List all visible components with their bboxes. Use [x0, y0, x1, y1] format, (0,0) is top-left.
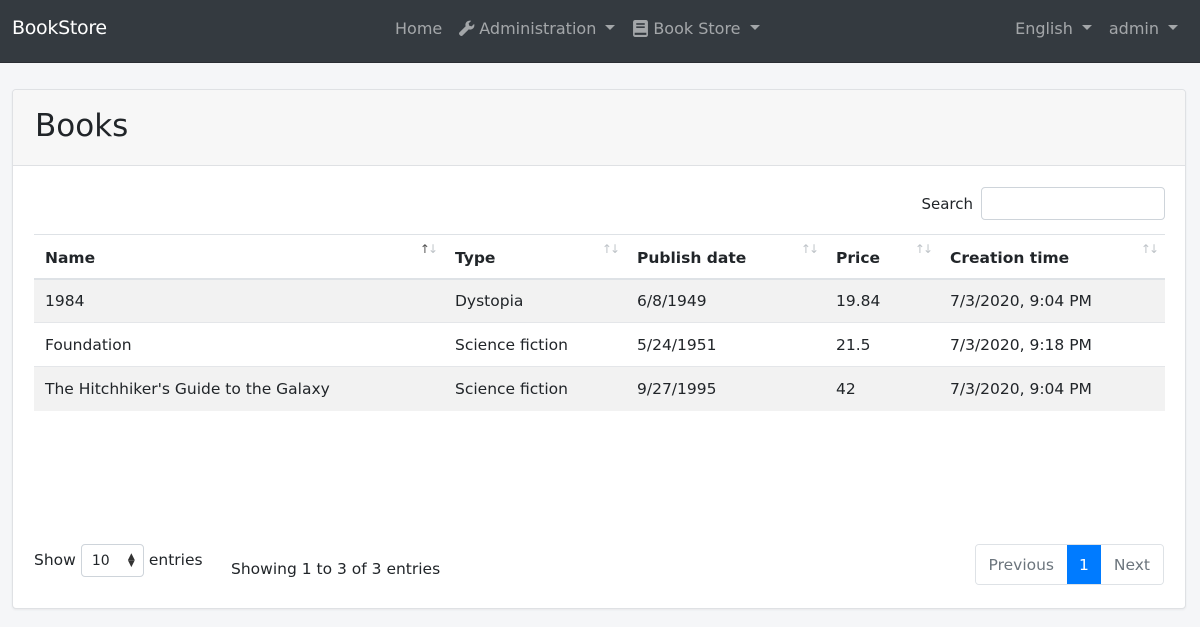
- cell-publish-date: 5/24/1951: [626, 322, 825, 367]
- user-dropdown[interactable]: admin: [1109, 19, 1178, 38]
- cell-creation-time: 7/3/2020, 9:04 PM: [939, 278, 1165, 323]
- user-label: admin: [1108, 19, 1159, 38]
- cell-creation-time: 7/3/2020, 9:04 PM: [939, 366, 1165, 411]
- nav-home-label: Home: [395, 19, 443, 38]
- cell-publish-date: 9/27/1995: [626, 366, 825, 411]
- column-header-publish-date[interactable]: Publish date ↑↓: [626, 234, 825, 280]
- language-label: English: [1015, 19, 1073, 38]
- select-arrows-icon: ▲ ▼: [127, 551, 135, 569]
- table-row[interactable]: The Hitchhiker's Guide to the Galaxy Sci…: [34, 366, 1165, 411]
- column-label: Type: [455, 249, 496, 268]
- book-icon: [633, 20, 649, 37]
- column-label: Name: [45, 249, 96, 268]
- top-navbar: BookStore Home Administration Book Store…: [0, 0, 1200, 63]
- column-label: Price: [836, 249, 881, 268]
- card-header: Books: [13, 90, 1185, 166]
- table-row[interactable]: Foundation Science fiction 5/24/1951 21.…: [34, 322, 1165, 367]
- column-header-type[interactable]: Type ↑↓: [444, 234, 626, 280]
- page-1-button[interactable]: 1: [1067, 545, 1101, 584]
- show-label: Show: [34, 550, 76, 569]
- chevron-down-icon: [1081, 25, 1092, 30]
- cell-name: The Hitchhiker's Guide to the Galaxy: [34, 366, 444, 411]
- page-length-select[interactable]: 10 ▲ ▼: [80, 544, 144, 577]
- page-title: Books: [35, 108, 129, 144]
- cell-type: Science fiction: [444, 366, 626, 411]
- search-input[interactable]: [981, 187, 1165, 220]
- search-label: Search: [921, 194, 973, 213]
- column-header-creation-time[interactable]: Creation time ↑↓: [939, 234, 1165, 280]
- books-table: Name ↑↓ Type ↑↓ Publish date ↑↓ Price ↑↓…: [34, 234, 1165, 411]
- column-label: Creation time: [950, 249, 1070, 268]
- sort-icon: ↑↓: [800, 242, 819, 256]
- nav-book-store-label: Book Store: [653, 19, 741, 38]
- cell-type: Science fiction: [444, 322, 626, 367]
- books-card: Books Search Name ↑↓ Type ↑↓ Publish dat…: [12, 89, 1186, 609]
- brand-logo[interactable]: BookStore: [12, 17, 107, 39]
- wrench-icon: [458, 20, 475, 37]
- cell-name: Foundation: [34, 322, 444, 367]
- chevron-down-icon: [1168, 25, 1178, 30]
- cell-price: 42: [825, 366, 939, 411]
- nav-book-store[interactable]: Book Store: [633, 19, 760, 38]
- cell-type: Dystopia: [444, 278, 626, 323]
- next-page-button[interactable]: Next: [1100, 545, 1163, 584]
- table-header-row: Name ↑↓ Type ↑↓ Publish date ↑↓ Price ↑↓…: [34, 234, 1165, 280]
- column-header-name[interactable]: Name ↑↓: [34, 234, 444, 280]
- previous-page-button[interactable]: Previous: [975, 545, 1068, 584]
- cell-price: 21.5: [825, 322, 939, 367]
- cell-creation-time: 7/3/2020, 9:18 PM: [939, 322, 1165, 367]
- chevron-down-icon: [605, 25, 616, 30]
- nav-administration-label: Administration: [479, 19, 597, 38]
- cell-price: 19.84: [825, 278, 939, 323]
- column-header-price[interactable]: Price ↑↓: [825, 234, 939, 280]
- main-nav: Home Administration Book Store: [395, 19, 760, 38]
- language-dropdown[interactable]: English: [1015, 19, 1092, 38]
- table-row[interactable]: 1984 Dystopia 6/8/1949 19.84 7/3/2020, 9…: [34, 278, 1165, 323]
- sort-icon: ↑↓: [419, 242, 438, 256]
- search-filter: Search: [921, 187, 1165, 220]
- cell-publish-date: 6/8/1949: [626, 278, 825, 323]
- page-length-control: Show 10 ▲ ▼ entries: [34, 542, 203, 577]
- chevron-down-icon: [749, 25, 760, 30]
- entries-label: entries: [148, 550, 203, 569]
- page-length-value: 10: [91, 552, 110, 569]
- user-nav: English admin: [1015, 19, 1178, 38]
- column-label: Publish date: [637, 249, 747, 268]
- sort-icon: ↑↓: [601, 242, 620, 256]
- cell-name: 1984: [34, 278, 444, 323]
- sort-icon: ↑↓: [914, 242, 933, 256]
- nav-administration[interactable]: Administration: [458, 19, 616, 38]
- nav-home[interactable]: Home: [395, 19, 442, 38]
- table-info: Showing 1 to 3 of 3 entries: [231, 560, 441, 578]
- pagination: Previous 1 Next: [974, 544, 1164, 585]
- sort-icon: ↑↓: [1140, 242, 1159, 256]
